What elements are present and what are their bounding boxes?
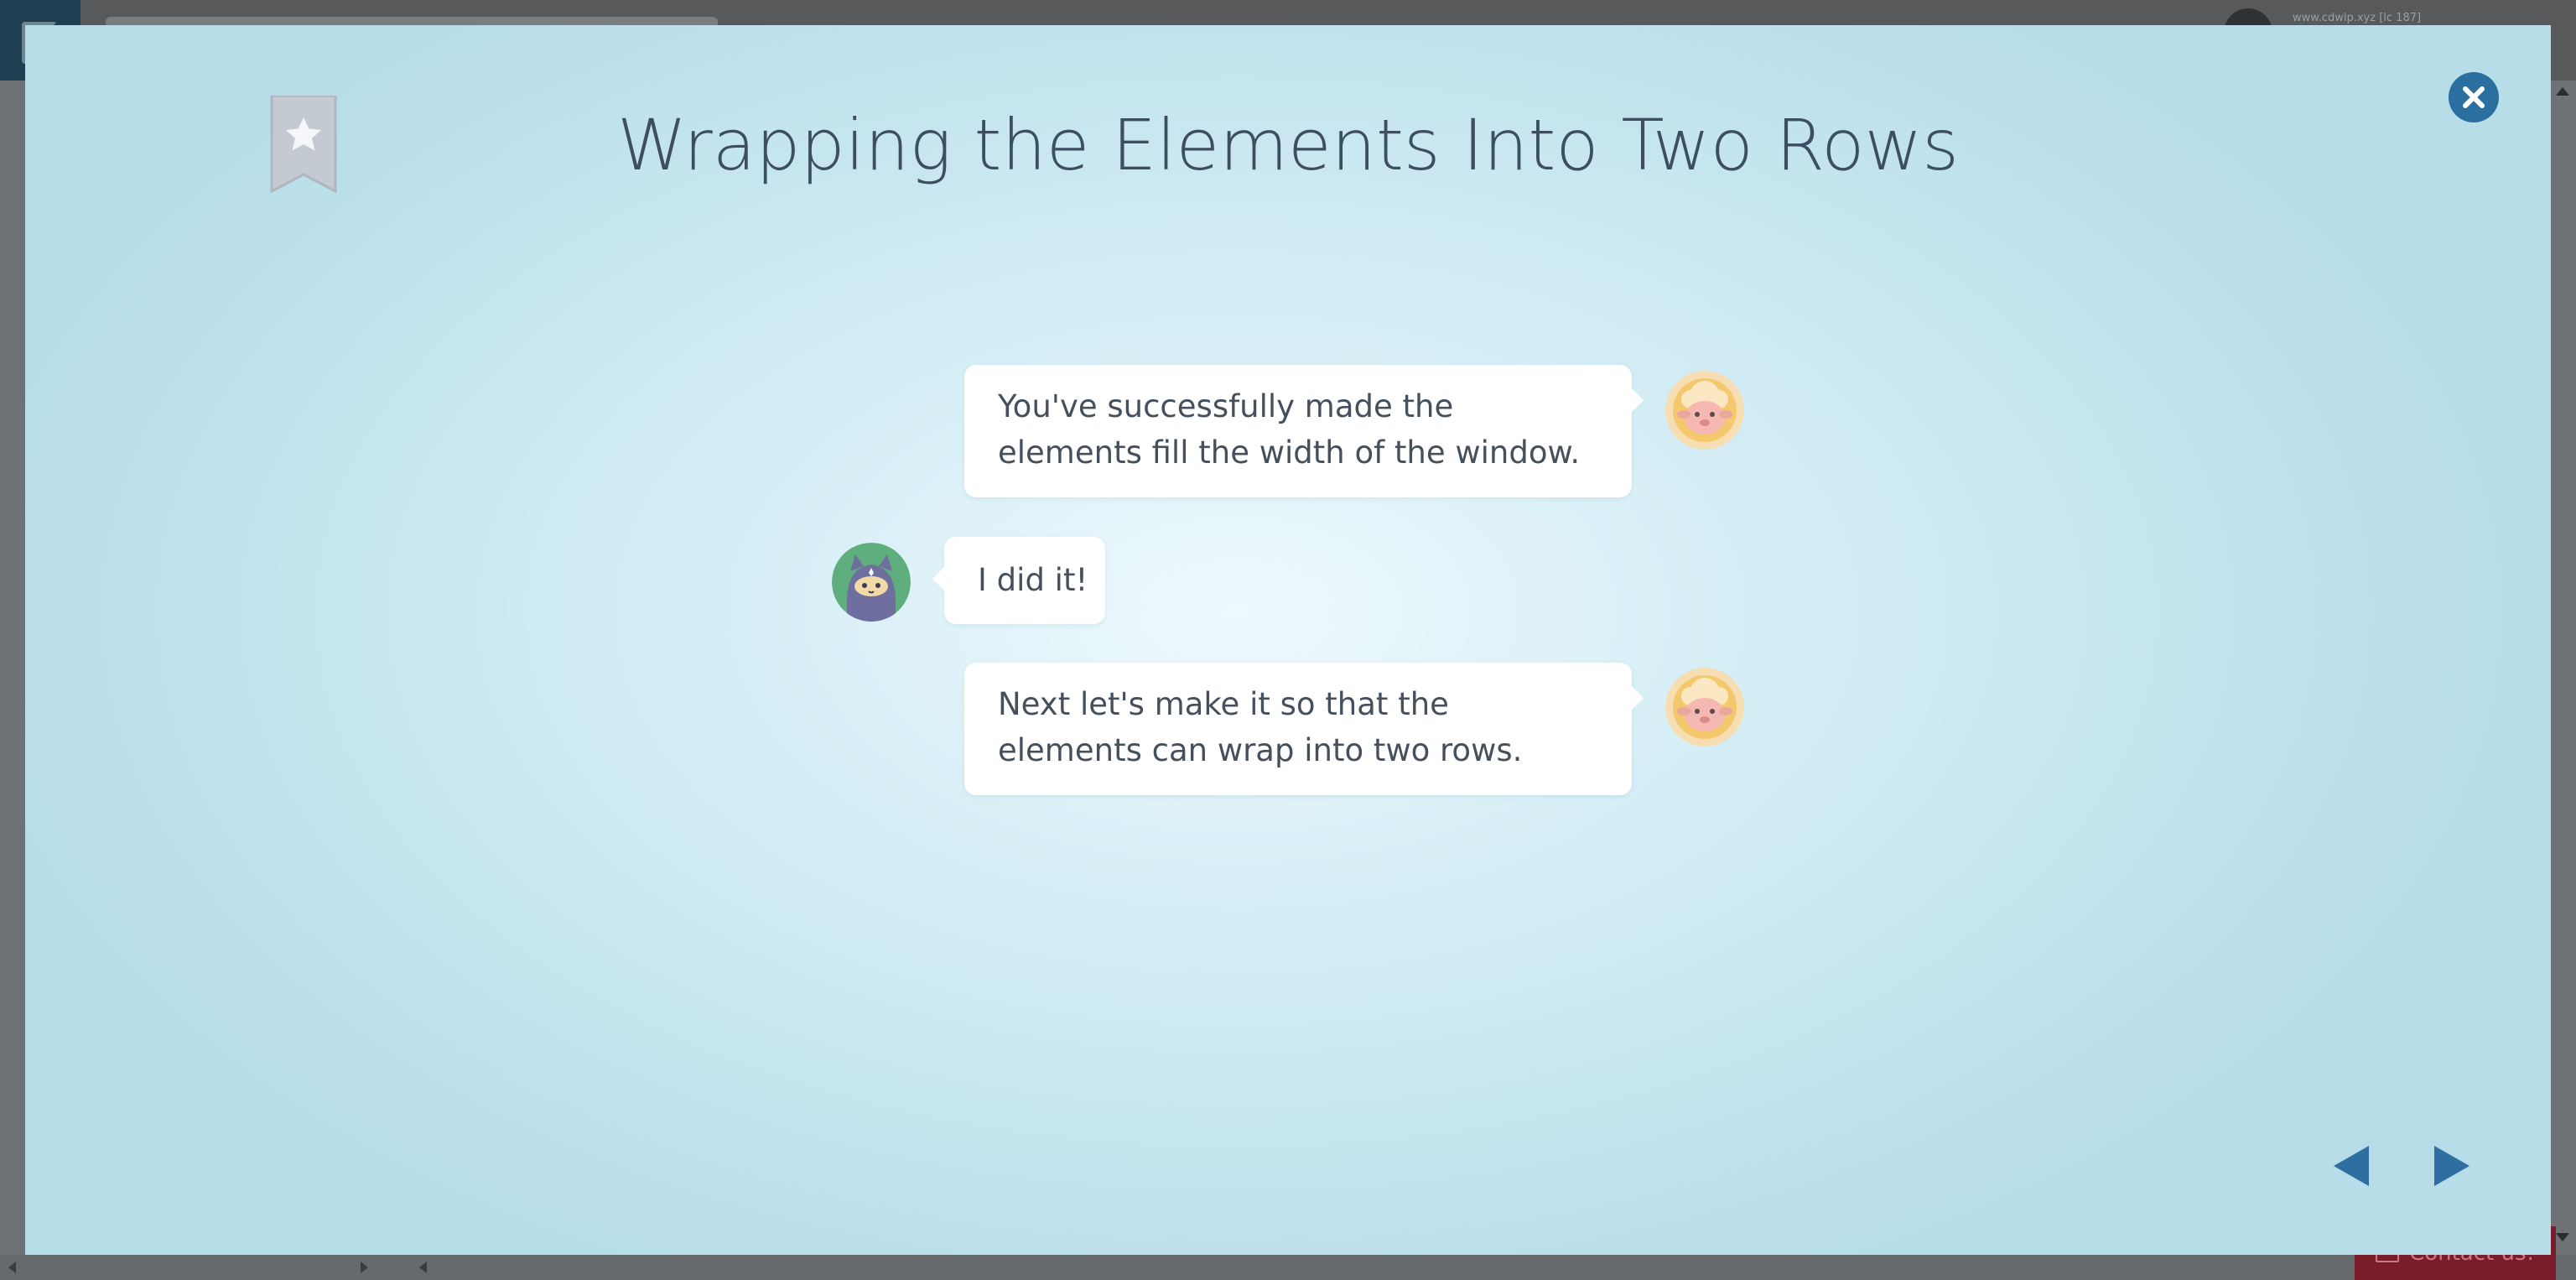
scroll-left-arrow-icon[interactable] — [419, 1262, 427, 1273]
sheep-avatar-icon — [1665, 371, 1744, 450]
scroll-right-arrow-icon[interactable] — [361, 1262, 368, 1273]
triangle-right-icon — [2434, 1146, 2470, 1186]
close-x-icon — [2463, 86, 2485, 108]
close-button[interactable] — [2449, 72, 2499, 122]
scroll-left-arrow-icon[interactable] — [8, 1262, 16, 1273]
slide-title: Wrapping the Elements Into Two Rows — [616, 104, 1960, 186]
chat-bubble-message: I did it! — [932, 537, 1105, 624]
scroll-down-arrow-icon[interactable] — [2556, 1233, 2569, 1241]
chat-bubble-message: You've successfully made the elements fi… — [964, 365, 1644, 497]
previous-slide-button[interactable] — [2326, 1141, 2376, 1191]
ninja-cat-avatar-icon — [832, 543, 911, 622]
sheep-avatar-icon — [1665, 668, 1744, 747]
scroll-up-arrow-icon[interactable] — [2556, 87, 2569, 96]
lesson-slide-modal: Wrapping the Elements Into Two Rows You'… — [25, 25, 2551, 1255]
triangle-left-icon — [2334, 1146, 2369, 1186]
chat-message-text: Next let's make it so that the elements … — [998, 686, 1523, 768]
background-url-text: www.cdwlp.xyz [lc 187] — [2293, 12, 2422, 24]
chat-message-text: You've successfully made the elements fi… — [998, 388, 1581, 471]
chat-message-text: I did it! — [978, 562, 1088, 598]
next-slide-button[interactable] — [2427, 1141, 2477, 1191]
chat-bubble-message: Next let's make it so that the elements … — [964, 663, 1644, 795]
background-bottom-strip — [0, 1255, 2576, 1280]
